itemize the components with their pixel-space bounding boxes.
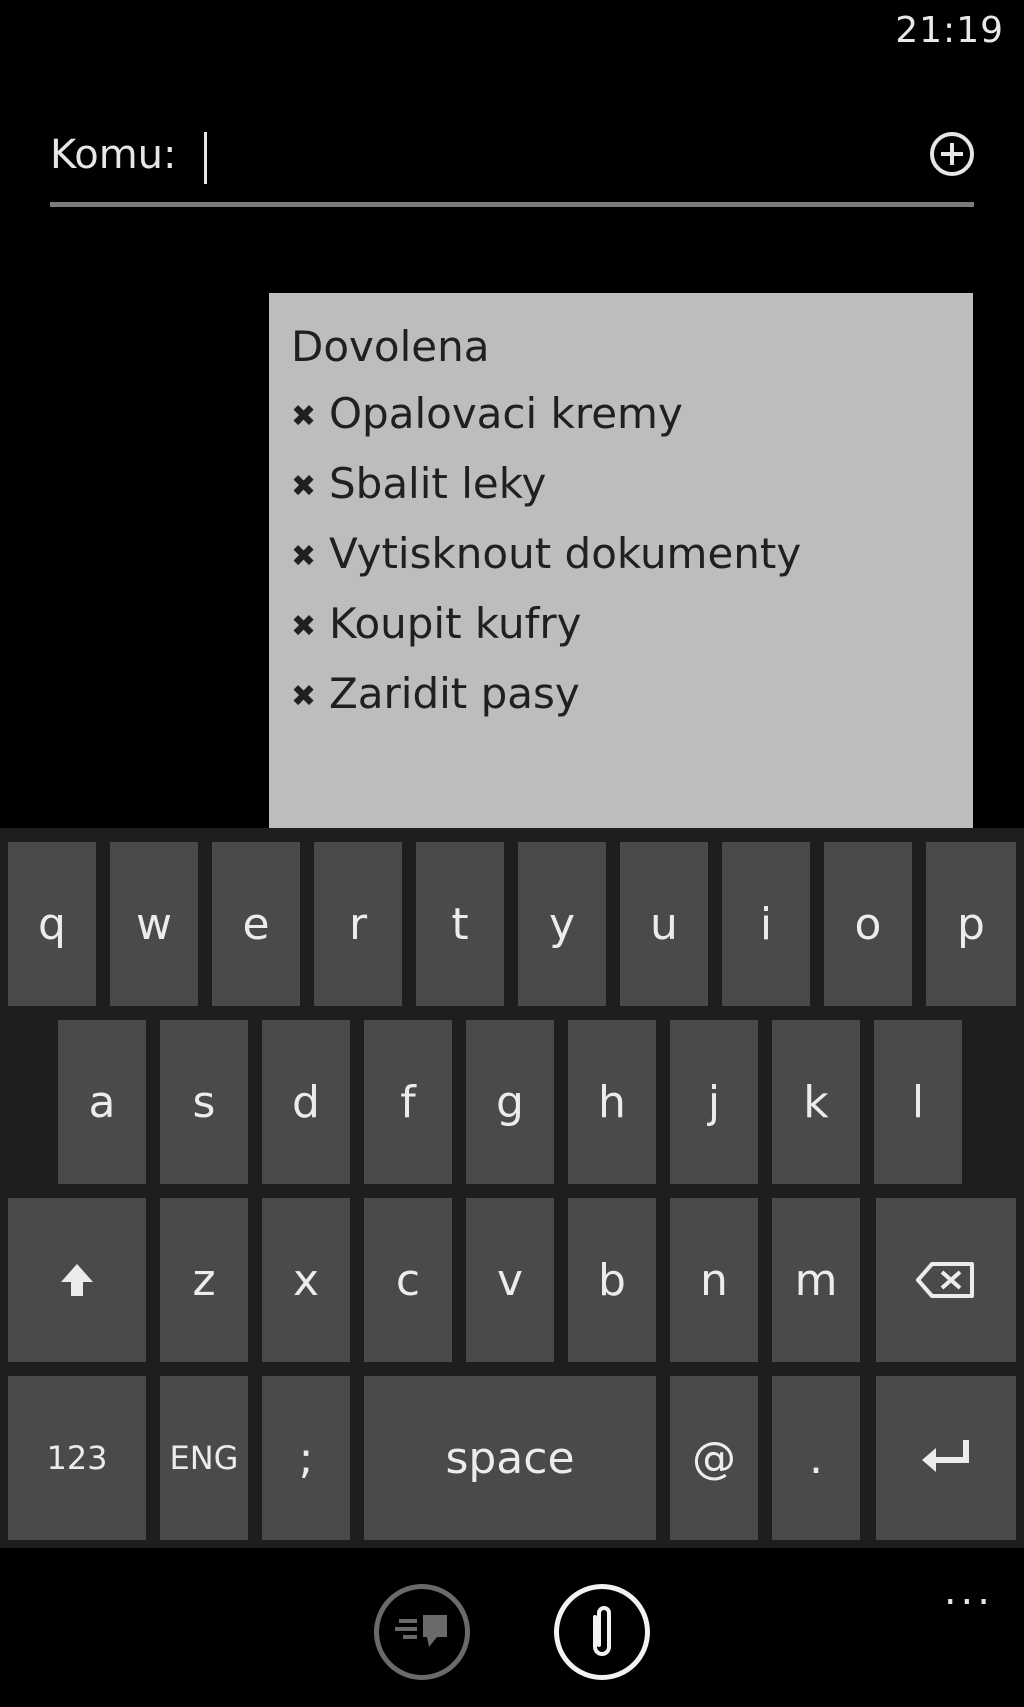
key-q[interactable]: q — [8, 842, 96, 1006]
key-g[interactable]: g — [466, 1020, 554, 1184]
key-u[interactable]: u — [620, 842, 708, 1006]
on-screen-keyboard: q w e r t y u i o p a s d f g h j k l z … — [0, 828, 1024, 1548]
key-p[interactable]: p — [926, 842, 1016, 1006]
key-r[interactable]: r — [314, 842, 402, 1006]
language-key[interactable]: ENG — [160, 1376, 248, 1540]
list-item: ✖ Sbalit leky — [291, 450, 951, 520]
key-e[interactable]: e — [212, 842, 300, 1006]
key-t[interactable]: t — [416, 842, 504, 1006]
shift-key[interactable] — [8, 1198, 146, 1362]
space-key[interactable]: space — [364, 1376, 656, 1540]
message-bubble[interactable]: Dovolena ✖ Opalovaci kremy ✖ Sbalit leky ✖… — [269, 293, 973, 828]
key-a[interactable]: a — [58, 1020, 146, 1184]
key-c[interactable]: c — [364, 1198, 452, 1362]
key-semicolon[interactable]: ; — [262, 1376, 350, 1540]
list-item: ✖ Vytisknout dokumenty — [291, 520, 951, 590]
to-label: Komu: — [50, 132, 177, 178]
key-i[interactable]: i — [722, 842, 810, 1006]
key-f[interactable]: f — [364, 1020, 452, 1184]
message-title: Dovolena — [291, 322, 490, 371]
app-bar: ... — [0, 1548, 1024, 1707]
backspace-icon — [916, 1262, 974, 1298]
status-time: 21:19 — [895, 10, 1004, 51]
send-message-icon — [395, 1615, 447, 1647]
x-mark-icon: ✖ — [291, 469, 317, 504]
x-mark-icon: ✖ — [291, 609, 317, 644]
x-mark-icon: ✖ — [291, 399, 317, 434]
text-caret — [204, 132, 207, 184]
x-mark-icon: ✖ — [291, 679, 317, 714]
key-y[interactable]: y — [518, 842, 606, 1006]
key-v[interactable]: v — [466, 1198, 554, 1362]
to-field-row[interactable]: Komu: — [50, 122, 974, 207]
list-item: ✖ Opalovaci kremy — [291, 380, 951, 450]
list-item: ✖ Koupit kufry — [291, 590, 951, 660]
key-z[interactable]: z — [160, 1198, 248, 1362]
key-w[interactable]: w — [110, 842, 198, 1006]
backspace-key[interactable] — [876, 1198, 1016, 1362]
enter-key[interactable] — [876, 1376, 1016, 1540]
list-item: ✖ Zaridit pasy — [291, 660, 951, 730]
more-options-button[interactable]: ... — [944, 1568, 994, 1614]
key-l[interactable]: l — [874, 1020, 962, 1184]
numbers-key[interactable]: 123 — [8, 1376, 146, 1540]
add-recipient-button[interactable] — [930, 132, 974, 176]
key-n[interactable]: n — [670, 1198, 758, 1362]
paperclip-icon — [593, 1606, 611, 1656]
attach-button[interactable] — [554, 1584, 650, 1680]
enter-icon — [922, 1440, 969, 1472]
key-j[interactable]: j — [670, 1020, 758, 1184]
key-m[interactable]: m — [772, 1198, 860, 1362]
key-h[interactable]: h — [568, 1020, 656, 1184]
key-b[interactable]: b — [568, 1198, 656, 1362]
key-x[interactable]: x — [262, 1198, 350, 1362]
key-o[interactable]: o — [824, 842, 912, 1006]
shift-arrow-icon — [61, 1264, 93, 1296]
key-period[interactable]: . — [772, 1376, 860, 1540]
key-d[interactable]: d — [262, 1020, 350, 1184]
key-s[interactable]: s — [160, 1020, 248, 1184]
key-at[interactable]: @ — [670, 1376, 758, 1540]
x-mark-icon: ✖ — [291, 539, 317, 574]
send-button[interactable] — [374, 1584, 470, 1680]
key-k[interactable]: k — [772, 1020, 860, 1184]
